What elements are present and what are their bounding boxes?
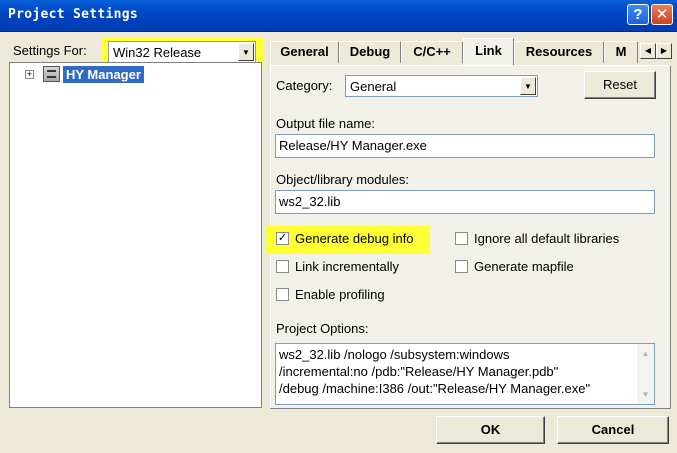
tree-item-project[interactable]: HY Manager [63,66,144,83]
category-label: Category: [276,78,333,93]
settings-for-panel: Settings For: Win32 Release ▼ + HY Manag… [7,38,263,409]
checkmark-icon[interactable]: ✓ [276,232,289,245]
enable-profiling-label: Enable profiling [295,287,385,302]
chevron-down-icon[interactable]: ▼ [238,43,254,61]
project-icon [43,66,60,82]
checkbox-box[interactable] [455,260,468,273]
output-file-input[interactable]: Release/HY Manager.exe [275,134,655,158]
project-options-textarea[interactable]: ws2_32.lib /nologo /subsystem:windows/in… [275,343,655,405]
ok-button[interactable]: OK [436,416,545,444]
cancel-button[interactable]: Cancel [557,416,669,444]
link-incrementally-label: Link incrementally [295,259,400,274]
generate-mapfile-checkbox[interactable]: Generate mapfile [455,258,595,276]
question-icon: ? [633,6,643,23]
project-options-label: Project Options: [276,321,369,336]
chevron-right-icon: ▶ [660,46,668,55]
modules-label: Object/library modules: [276,172,409,187]
tab-debug[interactable]: Debug [339,41,401,63]
options-line: ws2_32.lib /nologo /subsystem:windows [279,347,510,362]
checkbox-box[interactable] [276,288,289,301]
reset-button[interactable]: Reset [584,71,656,99]
configuration-value: Win32 Release [113,45,202,60]
checkbox-box[interactable] [276,260,289,273]
project-tree[interactable]: + HY Manager [9,62,262,408]
modules-input[interactable]: ws2_32.lib [275,190,655,214]
ignore-default-libraries-checkbox[interactable]: Ignore all default libraries [455,230,650,248]
chevron-down-icon[interactable]: ▼ [638,387,653,402]
generate-debug-info-checkbox[interactable]: ✓ Generate debug info [276,230,436,248]
checkbox-box[interactable] [455,232,468,245]
close-icon: ✕ [655,6,669,23]
chevron-down-icon[interactable]: ▼ [520,77,536,95]
options-line: /debug /machine:I386 /out:"Release/HY Ma… [279,381,591,396]
chevron-left-icon: ◀ [644,46,652,55]
tab-general[interactable]: General [270,41,339,63]
tab-more[interactable]: M [604,41,638,63]
chevron-up-icon[interactable]: ▲ [638,346,653,361]
generate-mapfile-label: Generate mapfile [474,259,574,274]
tab-link[interactable]: Link [463,38,514,65]
category-dropdown[interactable]: General ▼ [345,75,538,97]
help-button[interactable]: ? [627,4,649,25]
settings-for-label: Settings For: [13,43,87,58]
tab-resources[interactable]: Resources [514,41,604,63]
output-file-label: Output file name: [276,116,375,131]
generate-debug-info-label: Generate debug info [295,231,414,246]
options-line: /incremental:no /pdb:"Release/HY Manager… [279,364,559,379]
title-bar: Project Settings ? ✕ [0,0,677,32]
window-title: Project Settings [8,7,139,22]
category-value: General [350,79,397,94]
project-options-text: ws2_32.lib /nologo /subsystem:windows/in… [279,346,634,397]
configuration-dropdown[interactable]: Win32 Release ▼ [108,41,256,63]
enable-profiling-checkbox[interactable]: Enable profiling [276,286,406,304]
options-scrollbar[interactable]: ▲ ▼ [637,344,654,404]
close-button[interactable]: ✕ [651,4,673,25]
expand-icon[interactable]: + [25,70,34,79]
tab-scroll-right-button[interactable]: ▶ [656,43,672,59]
link-incrementally-checkbox[interactable]: Link incrementally [276,258,426,276]
ignore-default-libraries-label: Ignore all default libraries [474,231,620,246]
tab-scroll-left-button[interactable]: ◀ [640,43,656,59]
tab-cpp[interactable]: C/C++ [401,41,463,63]
